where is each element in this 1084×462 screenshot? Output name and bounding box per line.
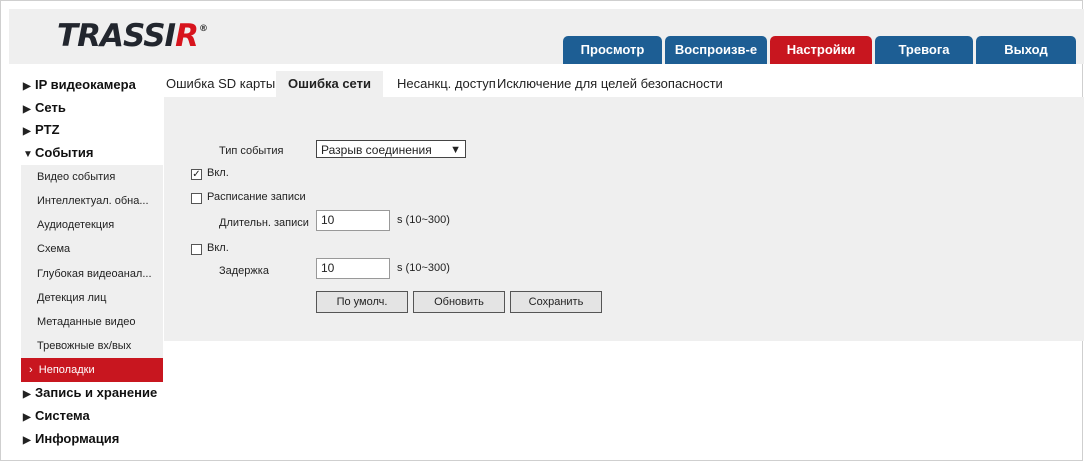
sidebar-subitem-video-metadata[interactable]: Метаданные видео xyxy=(21,310,163,334)
tab-sd-card-error[interactable]: Ошибка SD карты xyxy=(166,71,275,97)
triangle-right-icon: ▶ xyxy=(23,434,31,446)
chevron-down-icon: ▼ xyxy=(450,144,461,156)
triangle-right-icon: ▶ xyxy=(23,103,31,115)
sidebar-item-recording-storage[interactable]: ▶ Запись и хранение xyxy=(21,382,163,405)
sidebar-subitem-audio-detection[interactable]: Аудиодетекция xyxy=(21,213,163,237)
record-duration-label: Длительн. записи xyxy=(219,217,309,229)
delay-input[interactable]: 10 xyxy=(316,258,390,279)
main-nav: Просмотр Воспроизв-е Настройки Тревога В… xyxy=(563,36,1076,64)
nav-tab-settings[interactable]: Настройки xyxy=(770,36,872,64)
triangle-down-icon: ▼ xyxy=(23,149,33,161)
delay-hint: s (10~300) xyxy=(397,262,450,274)
record-schedule-checkbox[interactable] xyxy=(191,193,202,204)
sidebar-subitem-alarm-io[interactable]: Тревожные вх/вых xyxy=(21,334,163,358)
refresh-button[interactable]: Обновить xyxy=(413,291,505,313)
settings-panel: Тип события Разрыв соединения ▼ ✓ Вкл. Р… xyxy=(164,97,1084,341)
sidebar-subitem-face-detection[interactable]: Детекция лиц xyxy=(21,286,163,310)
nav-tab-alarm[interactable]: Тревога xyxy=(875,36,973,64)
enable-notify-checkbox[interactable]: ✓ xyxy=(191,169,202,180)
sidebar-item-ptz[interactable]: ▶ PTZ xyxy=(21,119,163,142)
chevron-right-icon: › xyxy=(29,364,39,377)
sidebar-subitem-smart-detection[interactable]: Интеллектуал. обна... xyxy=(21,189,163,213)
enable-notify-label: Вкл. xyxy=(207,167,229,179)
delay-label: Задержка xyxy=(219,265,269,277)
sidebar-subitem-scheme[interactable]: Схема xyxy=(21,237,163,261)
record-duration-hint: s (10~300) xyxy=(397,214,450,226)
triangle-right-icon: ▶ xyxy=(23,81,31,92)
tab-network-error[interactable]: Ошибка сети xyxy=(276,71,383,97)
nav-tab-view[interactable]: Просмотр xyxy=(563,36,662,64)
sidebar-item-ip-camera[interactable]: ▶ IP видеокамера xyxy=(21,74,163,97)
triangle-right-icon: ▶ xyxy=(23,389,31,401)
triangle-right-icon: ▶ xyxy=(23,126,31,138)
main-content: Ошибка SD карты Ошибка сети Несанкц. дос… xyxy=(152,71,1084,341)
tab-unauthorized-access[interactable]: Несанкц. доступ xyxy=(397,71,496,97)
sidebar-subitem-video-events[interactable]: Видео события xyxy=(21,165,163,189)
sidebar-subitem-deep-analytics[interactable]: Глубокая видеоанал... xyxy=(21,262,163,286)
event-type-select[interactable]: Разрыв соединения ▼ xyxy=(316,140,466,158)
content-tabs: Ошибка SD карты Ошибка сети Несанкц. дос… xyxy=(152,71,1084,97)
sidebar-subitem-exceptions[interactable]: › Неполадки xyxy=(21,358,163,383)
event-type-label: Тип события xyxy=(219,145,284,157)
triangle-right-icon: ▶ xyxy=(23,412,31,424)
sidebar-item-system[interactable]: ▶ Система xyxy=(21,405,163,428)
sidebar-item-network[interactable]: ▶ Сеть xyxy=(21,97,163,120)
default-button[interactable]: По умолч. xyxy=(316,291,408,313)
sidebar-item-events[interactable]: ▼ События xyxy=(21,142,163,165)
enable-delay-checkbox[interactable] xyxy=(191,244,202,255)
record-schedule-label: Расписание записи xyxy=(207,191,306,203)
nav-tab-exit[interactable]: Выход xyxy=(976,36,1076,64)
tab-security-exception[interactable]: Исключение для целей безопасности xyxy=(497,71,723,97)
events-submenu: Видео события Интеллектуал. обна... Ауди… xyxy=(21,164,163,359)
save-button[interactable]: Сохранить xyxy=(510,291,602,313)
sidebar-item-information[interactable]: ▶ Информация xyxy=(21,428,163,451)
trassir-logo: TRASSIR® xyxy=(57,18,208,54)
record-duration-input[interactable]: 10 xyxy=(316,210,390,231)
enable-delay-label: Вкл. xyxy=(207,242,229,254)
sidebar: ▶ IP видеокамера ▶ Сеть ▶ PTZ ▼ События Виде… xyxy=(21,74,163,451)
nav-tab-playback[interactable]: Воспроизв-е xyxy=(665,36,767,64)
